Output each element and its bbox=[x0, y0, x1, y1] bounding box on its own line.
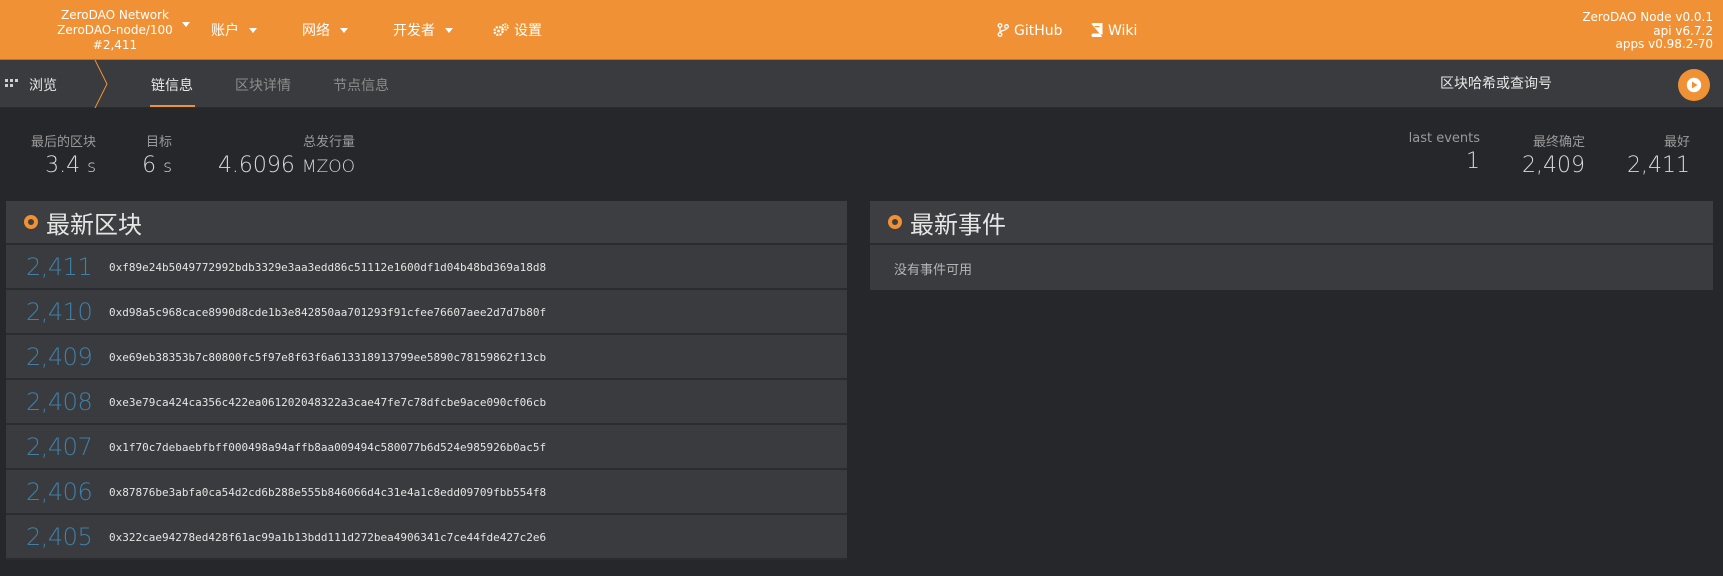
tab-block-details[interactable]: 区块详情 bbox=[235, 75, 291, 95]
block-hash: 0x322cae94278ed428f61ac99a1b13bdd111d272… bbox=[109, 531, 547, 544]
block-hash: 0x87876be3abfa0ca54d2cd6b288e555b846066d… bbox=[109, 486, 547, 499]
sub-navigation: 浏览 链信息 区块详情 节点信息 bbox=[0, 60, 1723, 108]
grid-icon bbox=[5, 79, 18, 87]
chevron-down-icon bbox=[182, 22, 190, 27]
node-name: ZeroDAO-node/100 bbox=[57, 23, 173, 37]
summary-last-block: 最后的区块 3.4 s bbox=[28, 131, 96, 181]
chevron-down-icon bbox=[340, 27, 348, 33]
recent-events-title: 最新事件 bbox=[910, 210, 1006, 239]
summary-best: 最好 2,411 bbox=[1610, 131, 1690, 180]
summary-last-events-value: 1 bbox=[1466, 149, 1480, 174]
total-issuance-amount: 4.6096 bbox=[217, 153, 295, 178]
nav-accounts-label: 账户 bbox=[211, 23, 239, 39]
chevron-down-icon bbox=[445, 27, 453, 33]
block-row[interactable]: 2,411 0xf89e24b5049772992bdb3329e3aa3edd… bbox=[6, 245, 847, 290]
summary-total-issuance-label: 总发行量 bbox=[302, 135, 355, 150]
target-time: 6 bbox=[142, 153, 157, 178]
wiki-link[interactable]: Wiki bbox=[1091, 22, 1137, 40]
summary-best-label: 最好 bbox=[1663, 135, 1690, 150]
api-version: api v6.7.2 bbox=[1653, 23, 1713, 38]
summary-target-value: 6 s bbox=[140, 152, 172, 181]
recent-events-header: 最新事件 bbox=[870, 201, 1713, 245]
tab-chain-info[interactable]: 链信息 bbox=[151, 75, 193, 95]
github-link-label: GitHub bbox=[1014, 23, 1063, 39]
search-input[interactable] bbox=[1440, 68, 1670, 100]
summary-target: 目标 6 s bbox=[140, 131, 172, 181]
block-number-link[interactable]: 2,407 bbox=[26, 433, 93, 461]
browse-label: 浏览 bbox=[29, 78, 57, 94]
gear-icon bbox=[493, 23, 509, 37]
recent-blocks-header: 最新区块 bbox=[6, 201, 847, 245]
block-number-link[interactable]: 2,406 bbox=[26, 478, 93, 506]
summary-best-value: 2,411 bbox=[1627, 153, 1690, 178]
breadcrumb-separator-icon bbox=[94, 60, 108, 108]
block-row[interactable]: 2,406 0x87876be3abfa0ca54d2cd6b288e555b8… bbox=[6, 470, 847, 515]
summary-total-issuance: 总发行量 4.6096 MZOO bbox=[215, 131, 355, 181]
summary-finalized-value: 2,409 bbox=[1522, 153, 1585, 178]
summary-finalized-label: 最终确定 bbox=[1532, 135, 1585, 150]
summary-target-label: 目标 bbox=[145, 135, 172, 150]
browse-menu[interactable]: 浏览 bbox=[5, 75, 57, 95]
summary-last-events-label: last events bbox=[1408, 131, 1480, 146]
block-number-link[interactable]: 2,409 bbox=[26, 343, 93, 371]
target-unit: s bbox=[163, 157, 172, 177]
nav-network-label: 网络 bbox=[302, 23, 330, 39]
summary-last-events: last events 1 bbox=[1400, 131, 1480, 176]
last-block-unit: s bbox=[87, 157, 96, 177]
best-block-indicator: #2,411 bbox=[92, 38, 138, 52]
play-icon bbox=[1686, 77, 1702, 93]
block-hash: 0xe69eb38353b7c80800fc5f97e8f63f6a613318… bbox=[109, 351, 547, 364]
version-info: ZeroDAO Node v0.0.1 api v6.7.2 apps v0.9… bbox=[1582, 10, 1713, 52]
empty-events-row: 没有事件可用 bbox=[870, 245, 1713, 290]
bullet-icon bbox=[24, 215, 38, 229]
block-number-link[interactable]: 2,405 bbox=[26, 523, 93, 551]
network-name: ZeroDAO Network bbox=[60, 8, 169, 22]
book-icon bbox=[1091, 23, 1103, 37]
block-row[interactable]: 2,407 0x1f70c7debaebfbff000498a94affb8aa… bbox=[6, 425, 847, 470]
recent-blocks-panel: 最新区块 2,411 0xf89e24b5049772992bdb3329e3a… bbox=[6, 201, 847, 576]
block-row[interactable]: 2,405 0x322cae94278ed428f61ac99a1b13bdd1… bbox=[6, 515, 847, 560]
block-hash: 0xf89e24b5049772992bdb3329e3aa3edd86c511… bbox=[109, 261, 547, 274]
block-row[interactable]: 2,408 0xe3e79ca424ca356c422ea06120204832… bbox=[6, 380, 847, 425]
github-link[interactable]: GitHub bbox=[997, 22, 1063, 40]
empty-events-message: 没有事件可用 bbox=[894, 263, 973, 278]
block-row[interactable]: 2,409 0xe69eb38353b7c80800fc5f97e8f63f6a… bbox=[6, 335, 847, 380]
block-number-link[interactable]: 2,411 bbox=[26, 253, 93, 281]
nav-accounts[interactable]: 账户 bbox=[211, 22, 257, 40]
apps-version: apps v0.98.2-70 bbox=[1615, 37, 1713, 51]
active-tab-indicator bbox=[150, 105, 195, 107]
chain-selector[interactable]: ZeroDAO Network ZeroDAO-node/100 #2,411 bbox=[44, 8, 190, 53]
recent-blocks-title: 最新区块 bbox=[46, 210, 142, 239]
tab-node-info[interactable]: 节点信息 bbox=[333, 75, 389, 95]
chevron-down-icon bbox=[249, 27, 257, 33]
block-hash: 0x1f70c7debaebfbff000498a94affb8aa009494… bbox=[109, 441, 547, 454]
block-hash: 0xd98a5c968cace8990d8cde1b3e842850aa7012… bbox=[109, 306, 547, 319]
total-issuance-unit: MZOO bbox=[301, 157, 355, 177]
block-number-link[interactable]: 2,410 bbox=[26, 298, 93, 326]
block-row[interactable]: 2,410 0xd98a5c968cace8990d8cde1b3e842850… bbox=[6, 290, 847, 335]
block-hash: 0xe3e79ca424ca356c422ea061202048322a3cae… bbox=[109, 396, 547, 409]
nav-settings[interactable]: 设置 bbox=[493, 22, 542, 40]
summary-last-block-value: 3.4 s bbox=[28, 152, 96, 181]
search-go-button[interactable] bbox=[1678, 69, 1710, 101]
summary-finalized: 最终确定 2,409 bbox=[1505, 131, 1585, 180]
nav-developer-label: 开发者 bbox=[393, 23, 435, 39]
top-bar: ZeroDAO Network ZeroDAO-node/100 #2,411 … bbox=[0, 0, 1723, 60]
summary-total-issuance-value: 4.6096 MZOO bbox=[215, 152, 355, 181]
block-number-link[interactable]: 2,408 bbox=[26, 388, 93, 416]
summary-last-block-label: 最后的区块 bbox=[30, 135, 96, 150]
nav-settings-label: 设置 bbox=[514, 23, 542, 39]
last-block-time: 3.4 bbox=[45, 153, 81, 178]
bullet-icon bbox=[888, 215, 902, 229]
nav-developer[interactable]: 开发者 bbox=[393, 22, 453, 40]
wiki-link-label: Wiki bbox=[1108, 23, 1138, 39]
git-branch-icon bbox=[997, 23, 1009, 37]
nav-network[interactable]: 网络 bbox=[302, 22, 348, 40]
node-version: ZeroDAO Node v0.0.1 bbox=[1582, 10, 1713, 24]
recent-events-panel: 最新事件 没有事件可用 bbox=[870, 201, 1713, 290]
